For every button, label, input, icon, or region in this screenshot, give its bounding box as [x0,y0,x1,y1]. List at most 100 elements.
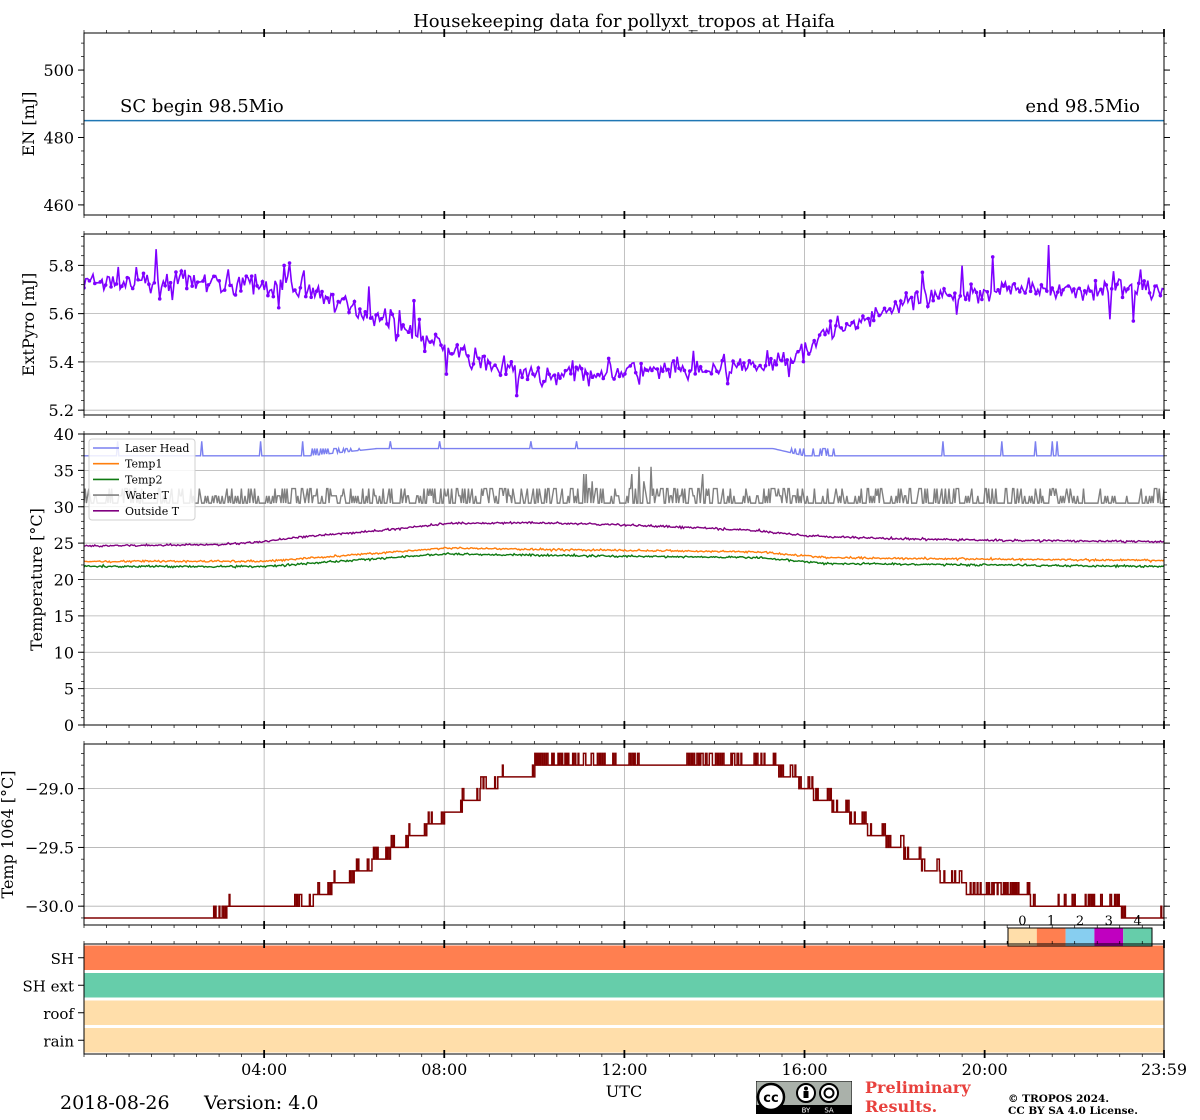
extpyro-point [93,281,97,286]
extpyro-point [742,361,746,365]
extpyro-point [671,359,676,363]
extpyro-point [531,372,535,376]
extpyro-point [98,280,103,284]
extpyro-point [504,372,508,377]
annotation-end: end 98.5Mio [1025,96,1140,117]
preliminary-line-1: Preliminary [865,1078,971,1097]
x-tick-label: 16:00 [781,1060,827,1079]
extpyro-point [693,372,698,376]
extpyro-point [498,373,503,377]
x-axis-label: UTC [606,1082,642,1101]
axes-frame [83,32,1165,216]
extpyro-point [704,369,708,374]
y-tick-label: −29.0 [25,780,74,799]
extpyro-point [660,369,665,373]
y-tick-label: 15 [54,607,74,626]
plot-area-pyro [84,245,1164,398]
extpyro-point [130,286,135,291]
extpyro-point [368,316,373,320]
extpyro-point [320,289,324,294]
extpyro-point [406,330,411,335]
extpyro-point [552,373,557,378]
extpyro-point [276,305,281,310]
extpyro-point [1131,319,1136,323]
extpyro-point [898,299,903,303]
y-tick-label: 0 [64,716,74,735]
extpyro-point [866,316,871,321]
colorbar-cell [1036,928,1066,946]
extpyro-point [293,288,297,292]
extpyro-point [390,312,395,317]
extpyro-point [774,362,779,367]
extpyro-point [136,277,140,282]
extpyro-point [812,338,817,343]
row-label: SH ext [23,977,75,995]
extpyro-point [1023,291,1027,295]
y-tick-label: 5.6 [49,305,74,324]
extpyro-point [1142,279,1146,283]
extpyro-point [287,261,292,265]
extpyro-point [920,270,925,275]
panel-t1064: −30.0 −29.5 −29.0 Temp 1064 [°C] [0,740,1170,929]
extpyro-point [352,299,357,304]
extpyro-point [558,376,562,380]
extpyro-point [877,313,881,318]
x-tick-label: 12:00 [601,1060,647,1079]
extpyro-point [931,298,936,303]
extpyro-point [1088,289,1092,293]
extpyro-point [157,297,162,301]
extpyro-point [395,333,400,338]
y-axis-label: Temp 1064 [°C] [0,771,17,899]
y-axis-label: ExtPyro [mJ] [19,273,38,376]
panel-status: SH SH ext roof rain 0 1 2 3 4 04:00 08:00 12:00 16:0… [23,914,1188,1079]
extpyro-point [163,283,167,288]
extpyro-point [850,320,854,325]
extpyro-point [1136,281,1141,286]
extpyro-point [650,368,654,373]
extpyro-point [725,381,730,386]
extpyro-point [871,318,876,323]
extpyro-point [1055,290,1060,294]
extpyro-point [963,297,968,302]
preliminary-note: Preliminary Results. [865,1078,971,1116]
extpyro-point [541,379,546,384]
cc-license-badge: cc BY SA [756,1081,852,1114]
extpyro-point [958,294,963,298]
extpyro-point [747,358,752,363]
panel-pyro: 5.2 5.4 5.6 5.8 ExtPyro [mJ] [19,230,1170,420]
x-tick-label: 08:00 [421,1060,467,1079]
y-axis-label: Temperature [°C] [27,508,46,651]
footer-version: Version: 4.0 [204,1092,319,1114]
y-tick-label: 5.4 [49,353,74,372]
extpyro-point [401,323,405,327]
extpyro-point [601,376,606,381]
extpyro-point [969,282,973,286]
extpyro-point [244,274,249,278]
extpyro-point [579,366,584,371]
extpyro-point [374,313,378,317]
extpyro-point [184,286,189,291]
extpyro-point [1072,287,1076,291]
svg-text:cc: cc [763,1091,778,1106]
preliminary-line-2: Results. [865,1097,938,1116]
y-tick-label: 20 [54,571,74,590]
extpyro-point [1061,288,1065,292]
extpyro-point [222,288,227,292]
extpyro-point [709,372,714,376]
extpyro-point [677,366,681,371]
extpyro-point [1104,283,1109,287]
extpyro-point [525,377,530,382]
copyright-line-1: © TROPOS 2024. [1008,1093,1110,1105]
y-tick-label: 460 [43,196,74,215]
extpyro-point [1017,289,1022,294]
extpyro-point [985,289,990,294]
extpyro-point [1147,291,1152,295]
extpyro-point [422,349,427,354]
colorbar-cell [1094,928,1124,946]
extpyro-point [612,377,616,381]
panel-temperature: Laser Head Temp1 Temp2 Water T Outside T 0 5 10… [27,425,1170,735]
extpyro-point [233,293,238,297]
extpyro-point [266,293,270,298]
extpyro-point [271,294,276,299]
extpyro-point [520,375,524,380]
